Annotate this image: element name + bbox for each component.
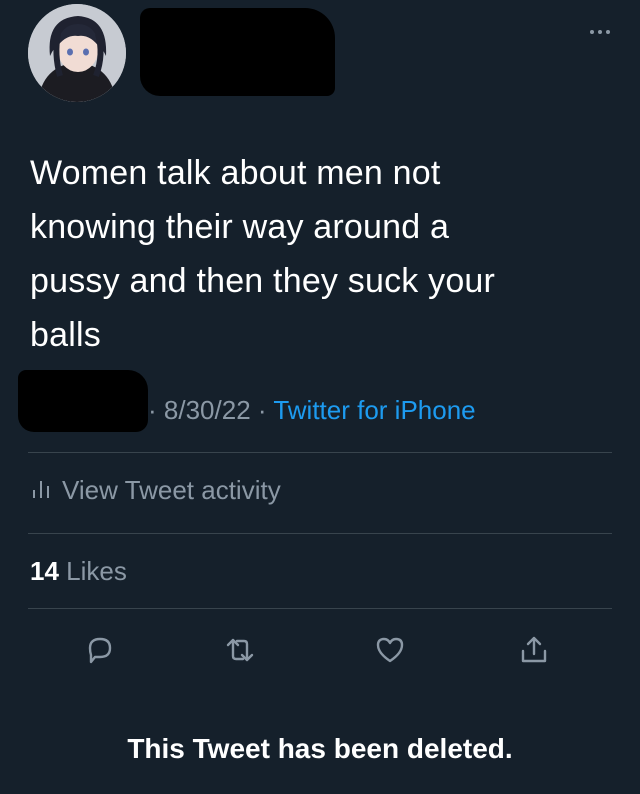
retweet-icon: [226, 638, 254, 662]
likes-count: 14: [30, 556, 59, 586]
divider: [28, 533, 612, 534]
retweet-button[interactable]: [218, 628, 262, 672]
meta-separator: ·: [257, 395, 267, 425]
tweet-meta: · 8/30/22 · Twitter for iPhone: [148, 395, 476, 426]
like-button[interactable]: [368, 628, 412, 672]
share-button[interactable]: [512, 628, 556, 672]
likes-count-link[interactable]: 14 Likes: [30, 556, 127, 587]
more-options-icon[interactable]: [590, 30, 610, 34]
tweet-action-bar: [0, 628, 640, 672]
tweet-text-line: balls: [30, 316, 101, 354]
bar-chart-icon: [30, 475, 52, 506]
tweet-text-line: knowing their way around a: [30, 208, 450, 246]
likes-label: Likes: [66, 556, 127, 586]
reply-icon: [88, 637, 112, 664]
view-tweet-activity-label: View Tweet activity: [62, 475, 281, 505]
view-tweet-activity-link[interactable]: View Tweet activity: [30, 475, 281, 506]
avatar[interactable]: [28, 4, 126, 102]
tweet-source-link[interactable]: Twitter for iPhone: [273, 395, 475, 425]
redacted-username: [18, 370, 148, 432]
deleted-caption: This Tweet has been deleted.: [127, 733, 513, 764]
divider: [28, 608, 612, 609]
meta-separator: ·: [148, 395, 157, 425]
divider: [28, 452, 612, 453]
share-icon: [521, 636, 547, 663]
tweet-text-line: pussy and then they suck your: [30, 262, 496, 300]
tweet-date[interactable]: 8/30/22: [164, 395, 251, 425]
reply-button[interactable]: [78, 628, 122, 672]
tweet-text-line: Women talk about men not: [30, 154, 441, 192]
tweet-detail-screen: Women talk about men not knowing their w…: [0, 0, 640, 794]
like-icon: [376, 637, 404, 663]
redacted-display-name: [140, 8, 335, 96]
tweet-text: Women talk about men not knowing their w…: [30, 146, 590, 362]
